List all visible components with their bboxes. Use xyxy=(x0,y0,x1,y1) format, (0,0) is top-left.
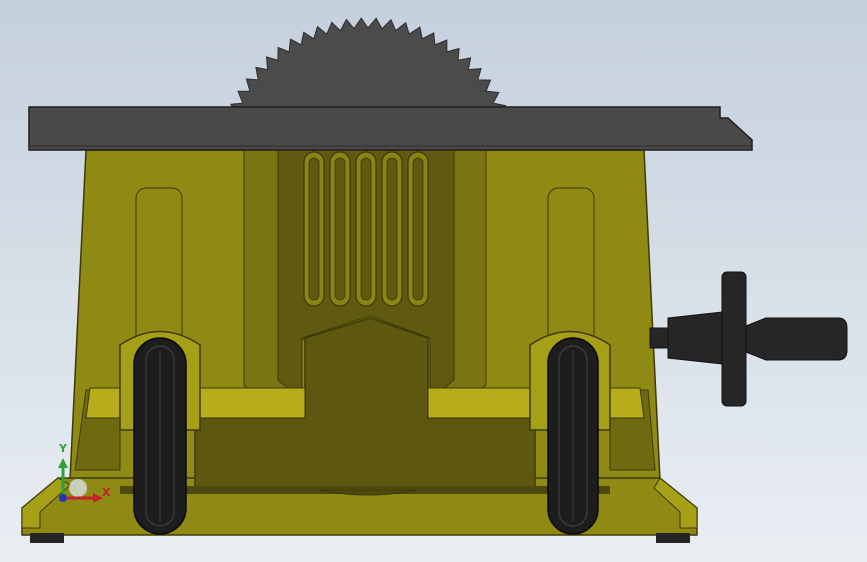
triad-x-label: X xyxy=(102,486,111,499)
center-right-ledge xyxy=(427,387,536,419)
left-wheel[interactable] xyxy=(133,337,187,535)
triad-origin xyxy=(59,494,67,502)
vent-slots xyxy=(303,151,429,307)
left-ledge xyxy=(85,387,123,419)
triad-z-sphere xyxy=(69,479,87,497)
vent-slot-inner xyxy=(386,157,398,301)
center-left-ledge xyxy=(197,387,306,419)
left-foot xyxy=(30,533,64,543)
table-top-slab xyxy=(28,106,753,151)
table-top[interactable] xyxy=(28,106,753,151)
crank-hub xyxy=(667,311,723,365)
triad-y-label: Y xyxy=(59,442,67,455)
right-foot xyxy=(656,533,690,543)
vent-slot-inner xyxy=(308,157,320,301)
right-ledge xyxy=(609,387,645,419)
vent-slot-inner xyxy=(412,157,424,301)
vent-slot-inner xyxy=(360,157,372,301)
crank-grip xyxy=(745,317,848,361)
right-wheel[interactable] xyxy=(547,337,599,535)
vent-slot-inner xyxy=(334,157,346,301)
saw-model-view[interactable] xyxy=(0,0,867,562)
cad-viewport[interactable]: Y X xyxy=(0,0,867,562)
crank-wheel xyxy=(721,271,747,407)
